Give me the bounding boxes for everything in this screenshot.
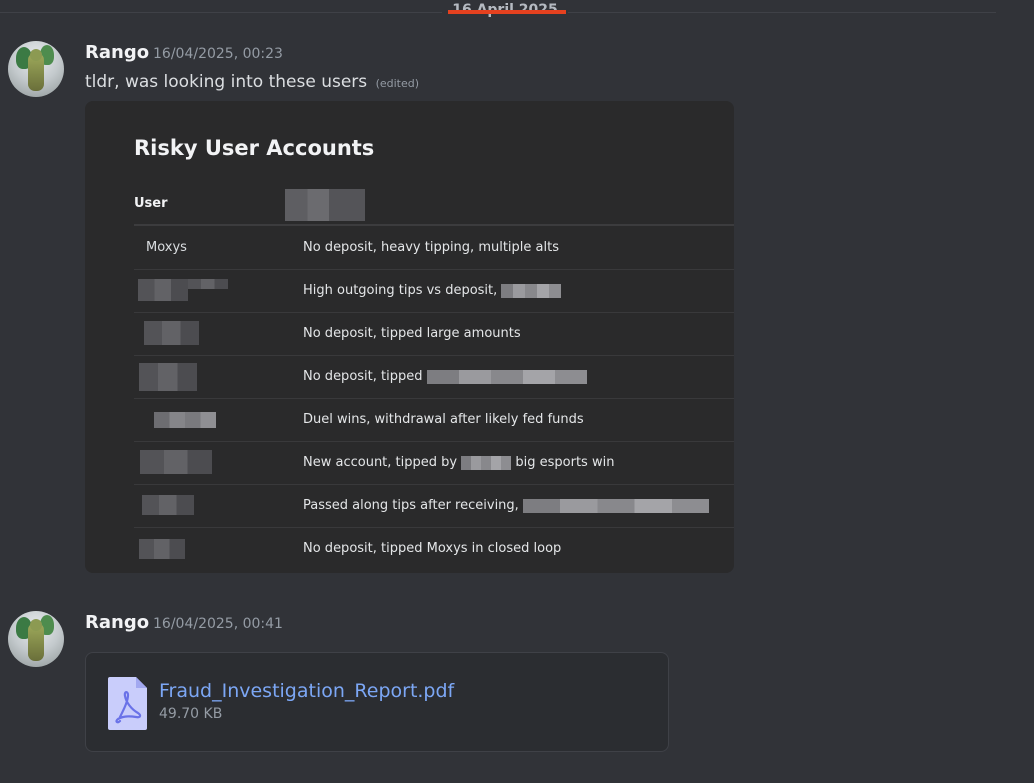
pdf-file-icon[interactable]	[107, 675, 149, 731]
message-timestamp[interactable]: 16/04/2025, 00:23	[153, 46, 283, 62]
redacted-text	[501, 283, 562, 298]
reason-text: big esports win	[515, 455, 615, 470]
embedded-table-image[interactable]: Risky User Accounts User Moxys No deposi…	[85, 101, 734, 573]
table-title: Risky User Accounts	[134, 136, 375, 160]
reason-cell: Passed along tips after receiving,	[303, 484, 709, 527]
reason-text: No deposit, tipped Moxys in closed loop	[303, 541, 562, 556]
reason-text: Duel wins, withdrawal after likely fed f…	[303, 412, 584, 427]
column-header-user: User	[134, 196, 168, 211]
redacted-text	[522, 498, 709, 513]
author-name[interactable]: Rango	[85, 612, 149, 633]
redacted-user-cell	[138, 279, 188, 301]
avatar-figure-head	[30, 49, 42, 61]
redacted-user-cell	[144, 321, 199, 345]
reason-cell: No deposit, heavy tipping, multiple alts	[303, 226, 559, 269]
attachment-file-name[interactable]: Fraud_Investigation_Report.pdf	[159, 680, 454, 702]
table-row: Moxys No deposit, heavy tipping, multipl…	[134, 226, 734, 270]
reason-text: Passed along tips after receiving,	[303, 498, 519, 513]
redacted-user-cell	[188, 279, 228, 289]
redacted-column-header	[285, 189, 365, 221]
table-row: No deposit, tipped large amounts	[134, 312, 734, 356]
user-cell: Moxys	[146, 240, 187, 255]
reason-cell: New account, tipped by big esports win	[303, 441, 614, 484]
reason-cell: Duel wins, withdrawal after likely fed f…	[303, 398, 584, 441]
table-row: Duel wins, withdrawal after likely fed f…	[134, 398, 734, 442]
date-divider-highlight	[448, 10, 566, 14]
author-name[interactable]: Rango	[85, 42, 149, 63]
redacted-user-cell	[142, 495, 194, 515]
table-row: High outgoing tips vs deposit,	[134, 269, 734, 313]
redacted-user-cell	[154, 412, 216, 428]
reason-text: No deposit, tipped	[303, 369, 423, 384]
file-attachment[interactable]: Fraud_Investigation_Report.pdf 49.70 KB	[85, 652, 669, 752]
attachment-file-size: 49.70 KB	[159, 706, 223, 722]
reason-cell: High outgoing tips vs deposit,	[303, 269, 562, 312]
reason-cell: No deposit, tipped large amounts	[303, 312, 521, 355]
table-row: Passed along tips after receiving,	[134, 484, 734, 528]
message-text: tldr, was looking into these users (edit…	[85, 72, 419, 92]
redacted-user-cell	[139, 363, 197, 391]
reason-cell: No deposit, tipped	[303, 355, 587, 398]
redacted-text	[426, 369, 587, 384]
message-timestamp[interactable]: 16/04/2025, 00:41	[153, 616, 283, 632]
reason-text: No deposit, tipped large amounts	[303, 326, 521, 341]
table-row: No deposit, tipped Moxys in closed loop	[134, 527, 734, 570]
message-content: tldr, was looking into these users	[85, 72, 368, 92]
avatar-figure-head	[30, 619, 42, 631]
table-row: No deposit, tipped	[134, 355, 734, 399]
table-row: New account, tipped by big esports win	[134, 441, 734, 485]
avatar[interactable]	[8, 41, 64, 97]
redacted-text	[461, 455, 512, 470]
reason-text: No deposit, heavy tipping, multiple alts	[303, 240, 559, 255]
reason-cell: No deposit, tipped Moxys in closed loop	[303, 527, 561, 570]
avatar[interactable]	[8, 611, 64, 667]
redacted-user-cell	[139, 539, 185, 559]
redacted-user-cell	[140, 450, 212, 474]
reason-text: New account, tipped by	[303, 455, 458, 470]
edited-label: (edited)	[375, 77, 420, 90]
reason-text: High outgoing tips vs deposit,	[303, 283, 498, 298]
